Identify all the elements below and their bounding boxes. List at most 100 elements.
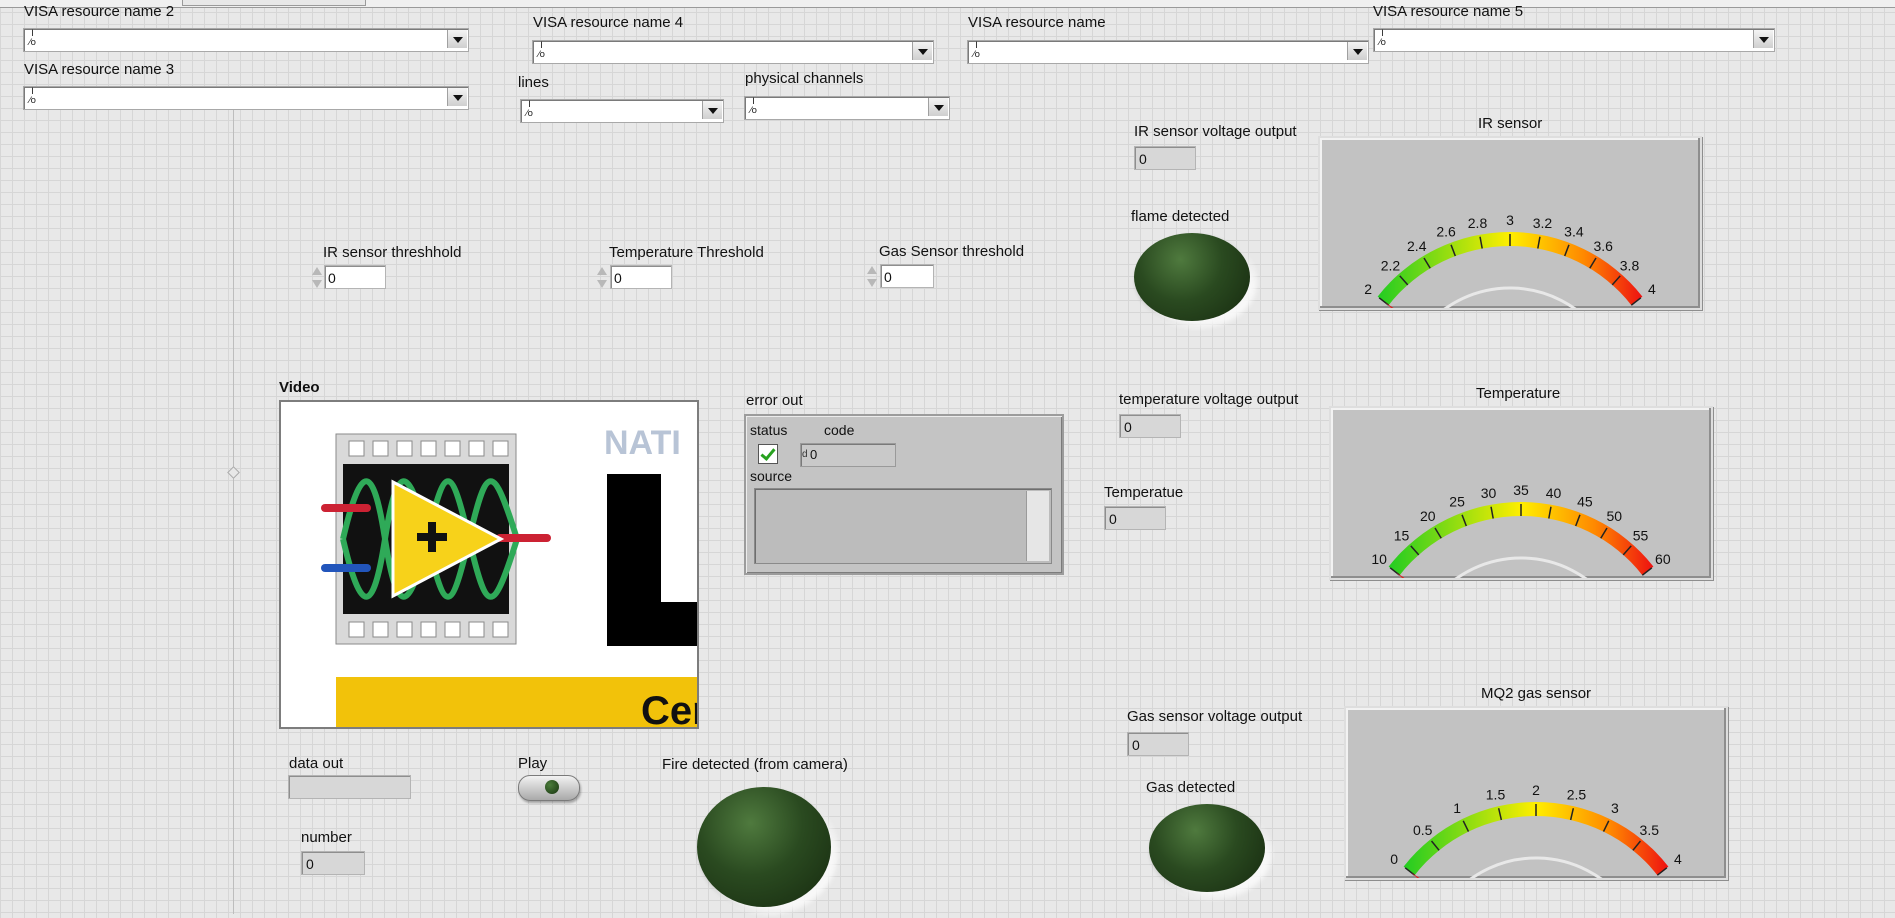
dropdown-arrow-icon[interactable]	[1753, 30, 1773, 48]
ir-threshold-label: IR sensor threshhold	[323, 244, 462, 261]
dropdown-arrow-icon[interactable]	[702, 101, 722, 119]
temperature-threshold-spinner[interactable]	[596, 264, 607, 292]
temperature-threshold-input[interactable]: 0	[610, 265, 672, 289]
gas-voltage-output-indicator: 0	[1127, 732, 1189, 756]
temperature-gauge-tick-label: 35	[1513, 482, 1529, 498]
lines-label: lines	[518, 74, 549, 91]
gas-gauge-tick-label: 3.5	[1640, 822, 1660, 838]
ir-gauge-tick-label: 3.8	[1620, 257, 1640, 273]
ir-gauge-tick-label: 2.6	[1436, 224, 1456, 240]
ir-sensor-gauge[interactable]: 2 2.2 2.4 2.6 2.8 3 3.2 3.4 3.6 3.8 4	[1318, 136, 1702, 310]
error-source-text	[754, 488, 1052, 564]
ir-gauge-inner-arc	[1443, 286, 1577, 308]
visa-resource-name-dropdown[interactable]: I ⁄o	[967, 40, 1369, 64]
error-status-checkmark-icon	[758, 444, 778, 464]
temperature-gauge-tick-label: 55	[1633, 527, 1649, 543]
flame-detected-led[interactable]	[1134, 233, 1250, 321]
ir-gauge-tick-label: 2.2	[1381, 257, 1401, 273]
fire-detected-camera-label: Fire detected (from camera)	[662, 756, 848, 773]
temperature-gauge[interactable]: 10 15 20 25 30 35 40 45 50 55 60	[1329, 406, 1713, 580]
dropdown-arrow-icon[interactable]	[447, 30, 467, 48]
dropdown-arrow-icon[interactable]	[447, 88, 467, 106]
error-status-label: status	[750, 422, 788, 438]
temperature-gauge-tick-label: 30	[1481, 485, 1497, 501]
panel-divider-line	[233, 108, 234, 914]
gas-gauge-tick-label: 4	[1674, 851, 1682, 867]
play-toggle-button[interactable]	[518, 775, 580, 801]
gas-gauge-needle[interactable]	[1411, 872, 1451, 878]
gas-threshold-label: Gas Sensor threshold	[879, 243, 1025, 260]
temperature-gauge-dial: 10 15 20 25 30 35 40 45 50 55 60	[1371, 482, 1671, 578]
io-icon: I ⁄o	[972, 41, 980, 60]
gas-gauge-tick-label: 0.5	[1413, 822, 1433, 838]
gas-gauge-tick-label: 1	[1453, 800, 1461, 816]
visa-resource-name-4-dropdown[interactable]: I ⁄o	[532, 40, 934, 64]
error-code-value: 0	[810, 447, 818, 462]
io-icon: I ⁄o	[537, 41, 545, 60]
ir-threshold-spinner[interactable]	[311, 264, 322, 292]
gas-gauge-tick-label: 2	[1532, 782, 1540, 798]
io-icon: I ⁄o	[525, 100, 533, 119]
temperature-gauge-tick-label: 25	[1449, 494, 1465, 510]
play-label: Play	[518, 755, 548, 772]
dropdown-arrow-icon[interactable]	[1347, 42, 1367, 60]
temperature-gauge-tick-label: 45	[1577, 494, 1593, 510]
fire-detected-camera-led[interactable]	[697, 787, 831, 907]
ir-gauge-tick-label: 2.4	[1407, 238, 1427, 254]
temperature-voltage-output-label: temperature voltage output	[1119, 391, 1299, 408]
error-code-radix: d	[802, 449, 808, 460]
io-icon: I ⁄o	[1378, 29, 1386, 48]
physical-channels-dropdown[interactable]: I ⁄o	[744, 96, 950, 120]
visa-resource-name-3-dropdown[interactable]: I ⁄o	[23, 86, 469, 110]
temperature-gauge-tick-label: 15	[1394, 527, 1410, 543]
visa-resource-name-2-dropdown[interactable]: I ⁄o	[23, 28, 469, 52]
error-source-scrollbar[interactable]	[1026, 491, 1049, 561]
gas-gauge-tick-label: 1.5	[1486, 787, 1506, 803]
dropdown-arrow-icon[interactable]	[928, 98, 948, 116]
ir-gauge-tick-label: 3.2	[1533, 215, 1553, 231]
video-display[interactable]: NATI Cert	[279, 400, 699, 729]
flame-detected-label: flame detected	[1131, 208, 1230, 225]
gas-gauge-tick-label: 3	[1611, 800, 1619, 816]
temperature-gauge-tick-label: 20	[1420, 508, 1436, 524]
temperature-gauge-tick-label: 50	[1606, 508, 1622, 524]
temperature-gauge-inner-arc	[1454, 556, 1588, 578]
gas-detected-label: Gas detected	[1146, 779, 1236, 796]
splitter-handle[interactable]	[227, 466, 240, 479]
temperatue-indicator: 0	[1104, 506, 1166, 530]
window-top-strip	[0, 0, 1895, 8]
visa-resource-name-5-dropdown[interactable]: I ⁄o	[1373, 28, 1775, 52]
tab-stub	[182, 0, 366, 6]
gas-gauge-inner-arc	[1469, 856, 1603, 878]
gas-gauge-tick-label: 0	[1390, 851, 1398, 867]
mq2-gas-sensor-gauge[interactable]: 0 0.5 1 1.5 2 2.5 3 3.5 4	[1344, 706, 1728, 880]
number-label: number	[301, 829, 352, 846]
data-out-label: data out	[289, 755, 344, 772]
error-code-label: code	[824, 422, 855, 438]
temperature-gauge-needle[interactable]	[1396, 572, 1436, 578]
logo-text-bottom: Cert	[641, 689, 697, 727]
temperature-voltage-output-indicator: 0	[1119, 414, 1181, 438]
lines-dropdown[interactable]: I ⁄o	[520, 99, 724, 123]
gas-detected-led[interactable]	[1149, 804, 1265, 892]
ir-gauge-dial: 2 2.2 2.4 2.6 2.8 3 3.2 3.4 3.6 3.8 4	[1364, 212, 1656, 308]
visa-resource-name-3-label: VISA resource name 3	[24, 61, 175, 78]
io-icon: I ⁄o	[28, 29, 36, 48]
temperature-gauge-tick-label: 40	[1546, 485, 1562, 501]
gas-threshold-input[interactable]: 0	[880, 264, 934, 288]
ir-threshold-input[interactable]: 0	[324, 265, 386, 289]
video-label: Video	[279, 379, 320, 396]
gas-threshold-spinner[interactable]	[866, 263, 877, 291]
dropdown-arrow-icon[interactable]	[912, 42, 932, 60]
temperature-gauge-tick-label: 60	[1655, 551, 1671, 567]
visa-resource-name-5-label: VISA resource name 5	[1373, 3, 1524, 20]
ir-gauge-needle[interactable]	[1385, 302, 1425, 308]
temperature-gauge-tick-label: 10	[1371, 551, 1387, 567]
number-indicator: 0	[301, 851, 365, 875]
ir-gauge-title: IR sensor	[1478, 115, 1543, 132]
gas-gauge-tick-label: 2.5	[1567, 787, 1587, 803]
ir-voltage-output-label: IR sensor voltage output	[1134, 123, 1297, 140]
ir-gauge-tick-label: 3	[1506, 212, 1514, 228]
mq2-gauge-dial: 0 0.5 1 1.5 2 2.5 3 3.5 4	[1390, 782, 1682, 878]
ir-gauge-tick-label: 3.6	[1594, 238, 1614, 254]
